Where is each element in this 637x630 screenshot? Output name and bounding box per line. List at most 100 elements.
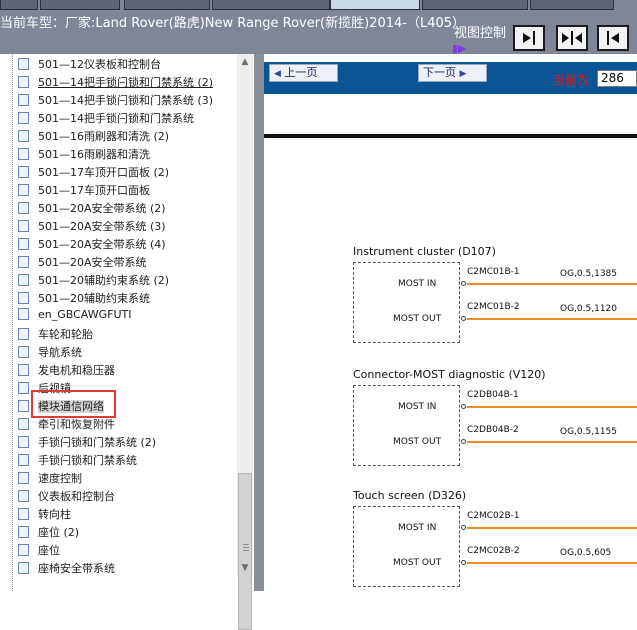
document-icon — [18, 256, 29, 268]
tree-item[interactable]: 501—12仪表板和控制台 — [18, 56, 161, 74]
tree-item[interactable]: 501—16雨刷器和清洗 — [18, 146, 150, 164]
tree-item[interactable]: 发电机和稳压器 — [18, 362, 115, 380]
next-page-button[interactable]: 下一页 ▶ — [418, 64, 487, 82]
wire-spec: OG,0.5,1385 — [560, 269, 617, 279]
connector-code: C2MC01B-2 — [467, 302, 520, 312]
tree-item[interactable]: 501—20A安全带系统 (2) — [18, 200, 166, 218]
component-title: Touch screen (D326) — [353, 489, 467, 502]
tree-item[interactable]: 导航系统 — [18, 344, 82, 362]
tree-item[interactable]: 501—20辅助约束系统 (2) — [18, 272, 169, 290]
view-split-button[interactable] — [556, 25, 588, 51]
tree-item[interactable]: 501—20A安全带系统 — [18, 254, 147, 272]
component-box — [353, 385, 460, 466]
tree-item[interactable]: 座位 — [18, 542, 60, 560]
document-icon — [18, 148, 29, 160]
panel-splitter[interactable] — [254, 54, 264, 591]
tree-item-label: 座椅安全带系统 — [38, 562, 115, 575]
document-icon — [18, 292, 29, 304]
tree-item[interactable]: 501—20A安全带系统 (4) — [18, 236, 166, 254]
pin-label: MOST IN — [398, 402, 437, 412]
document-icon — [18, 472, 29, 484]
collapse-right-icon — [523, 31, 535, 45]
tree-item[interactable]: 501—16雨刷器和清洗 (2) — [18, 128, 169, 146]
component-box — [353, 262, 460, 343]
tree-item[interactable]: 仪表板和控制台 — [18, 488, 115, 506]
tree-item-label: 501—14把手锁闩锁和门禁系统 — [38, 112, 194, 125]
tree-item[interactable]: 速度控制 — [18, 470, 82, 488]
toolbar-tab[interactable] — [530, 0, 614, 10]
current-page-input[interactable]: 286 — [597, 70, 637, 87]
document-icon — [18, 238, 29, 250]
toolbar-tab[interactable] — [0, 0, 38, 10]
prev-page-button[interactable]: ◀ 上一页 — [269, 64, 338, 82]
tree-item-label: 501—20A安全带系统 (3) — [38, 220, 166, 233]
tree-item-label: 501—14把手锁闩锁和门禁系统 (3) — [38, 94, 214, 107]
scroll-up-arrow-icon[interactable]: ▲ — [237, 54, 253, 70]
tree-item[interactable]: 501—17车顶开口面板 — [18, 182, 150, 200]
diagram-top-rule — [264, 134, 637, 138]
document-icon — [18, 526, 29, 538]
pin-label: MOST IN — [398, 279, 437, 289]
wire-line — [467, 406, 637, 408]
tree-item-label: 501—20A安全带系统 — [38, 256, 147, 269]
view-control-label: 视图控制 — [454, 26, 507, 41]
toolbar-tab[interactable] — [40, 0, 120, 10]
document-icon — [18, 346, 29, 358]
tree-item-label: 速度控制 — [38, 472, 82, 485]
tree-item-label: 仪表板和控制台 — [38, 490, 115, 503]
tree-item[interactable]: 手锁闩锁和门禁系统 (2) — [18, 434, 156, 452]
tree-item[interactable]: en_GBCAWGFUTI — [18, 308, 131, 326]
tree-item-label: 501—20A安全带系统 (2) — [38, 202, 166, 215]
tree-item[interactable]: 501—17车顶开口面板 (2) — [18, 164, 169, 182]
document-icon — [18, 400, 29, 412]
toolbar-tab[interactable] — [422, 0, 528, 10]
tree-item[interactable]: 车轮和轮胎 — [18, 326, 93, 344]
tree-item[interactable]: 501—20辅助约束系统 — [18, 290, 150, 308]
document-icon — [18, 328, 29, 340]
view-left-panel-button[interactable] — [597, 25, 629, 51]
tree-scrollbar[interactable]: ▲ ▼ — [237, 54, 253, 630]
tree-item[interactable]: 501—20A安全带系统 (3) — [18, 218, 166, 236]
tree-item[interactable]: 座位 (2) — [18, 524, 79, 542]
tree-item-label: 车轮和轮胎 — [38, 328, 93, 341]
toolbar-tab[interactable] — [212, 0, 330, 10]
view-right-panel-button[interactable] — [513, 25, 545, 51]
tree-item[interactable]: 座椅安全带系统 — [18, 560, 115, 578]
prev-arrow-icon: ◀ — [274, 69, 281, 79]
scroll-down-arrow-icon[interactable]: ▼ — [237, 560, 253, 576]
next-arrow-icon: ▶ — [459, 69, 467, 79]
tree-item-label: 501—14把手锁闩锁和门禁系统 (2) — [38, 76, 214, 89]
tree-item-label: 501—17车顶开口面板 (2) — [38, 166, 170, 179]
tree-item[interactable]: 501—14把手锁闩锁和门禁系统 — [18, 110, 194, 128]
wire-line — [467, 283, 637, 285]
toolbar-tab[interactable] — [124, 0, 210, 10]
document-icon — [18, 544, 29, 556]
tree-item-label: 501—20辅助约束系统 — [38, 292, 150, 305]
tree-item-label: 501—20A安全带系统 (4) — [38, 238, 166, 251]
document-icon — [18, 184, 29, 196]
document-icon — [18, 130, 29, 142]
tree-item-label: 牵引和恢复附件 — [38, 418, 115, 431]
scroll-thumb[interactable] — [238, 473, 252, 630]
pin-label: MOST IN — [398, 523, 437, 533]
tree-item-label: 座位 — [38, 544, 60, 557]
document-icon — [18, 418, 29, 430]
tree-item-label: 手锁闩锁和门禁系统 (2) — [38, 436, 157, 449]
tree-item[interactable]: 501—14把手锁闩锁和门禁系统 (3) — [18, 92, 213, 110]
tree-item[interactable]: 501—14把手锁闩锁和门禁系统 (2) — [18, 74, 213, 92]
toolbar-tab-active[interactable] — [330, 0, 420, 10]
tree-item-label: 转向柱 — [38, 508, 71, 521]
tree-item[interactable]: 牵引和恢复附件 — [18, 416, 115, 434]
tree-item[interactable]: 手锁闩锁和门禁系统 — [18, 452, 137, 470]
pin-terminal — [461, 316, 466, 321]
pin-terminal — [461, 281, 466, 286]
component-box — [353, 506, 460, 587]
tree-item[interactable]: 转向柱 — [18, 506, 71, 524]
tree-item-label: 501—16雨刷器和清洗 — [38, 148, 150, 161]
document-icon — [18, 562, 29, 574]
wire-spec: OG,0.5,1120 — [560, 304, 617, 314]
document-icon — [18, 508, 29, 520]
pin-label: MOST OUT — [393, 314, 442, 324]
document-icon — [18, 220, 29, 232]
pin-terminal — [461, 404, 466, 409]
